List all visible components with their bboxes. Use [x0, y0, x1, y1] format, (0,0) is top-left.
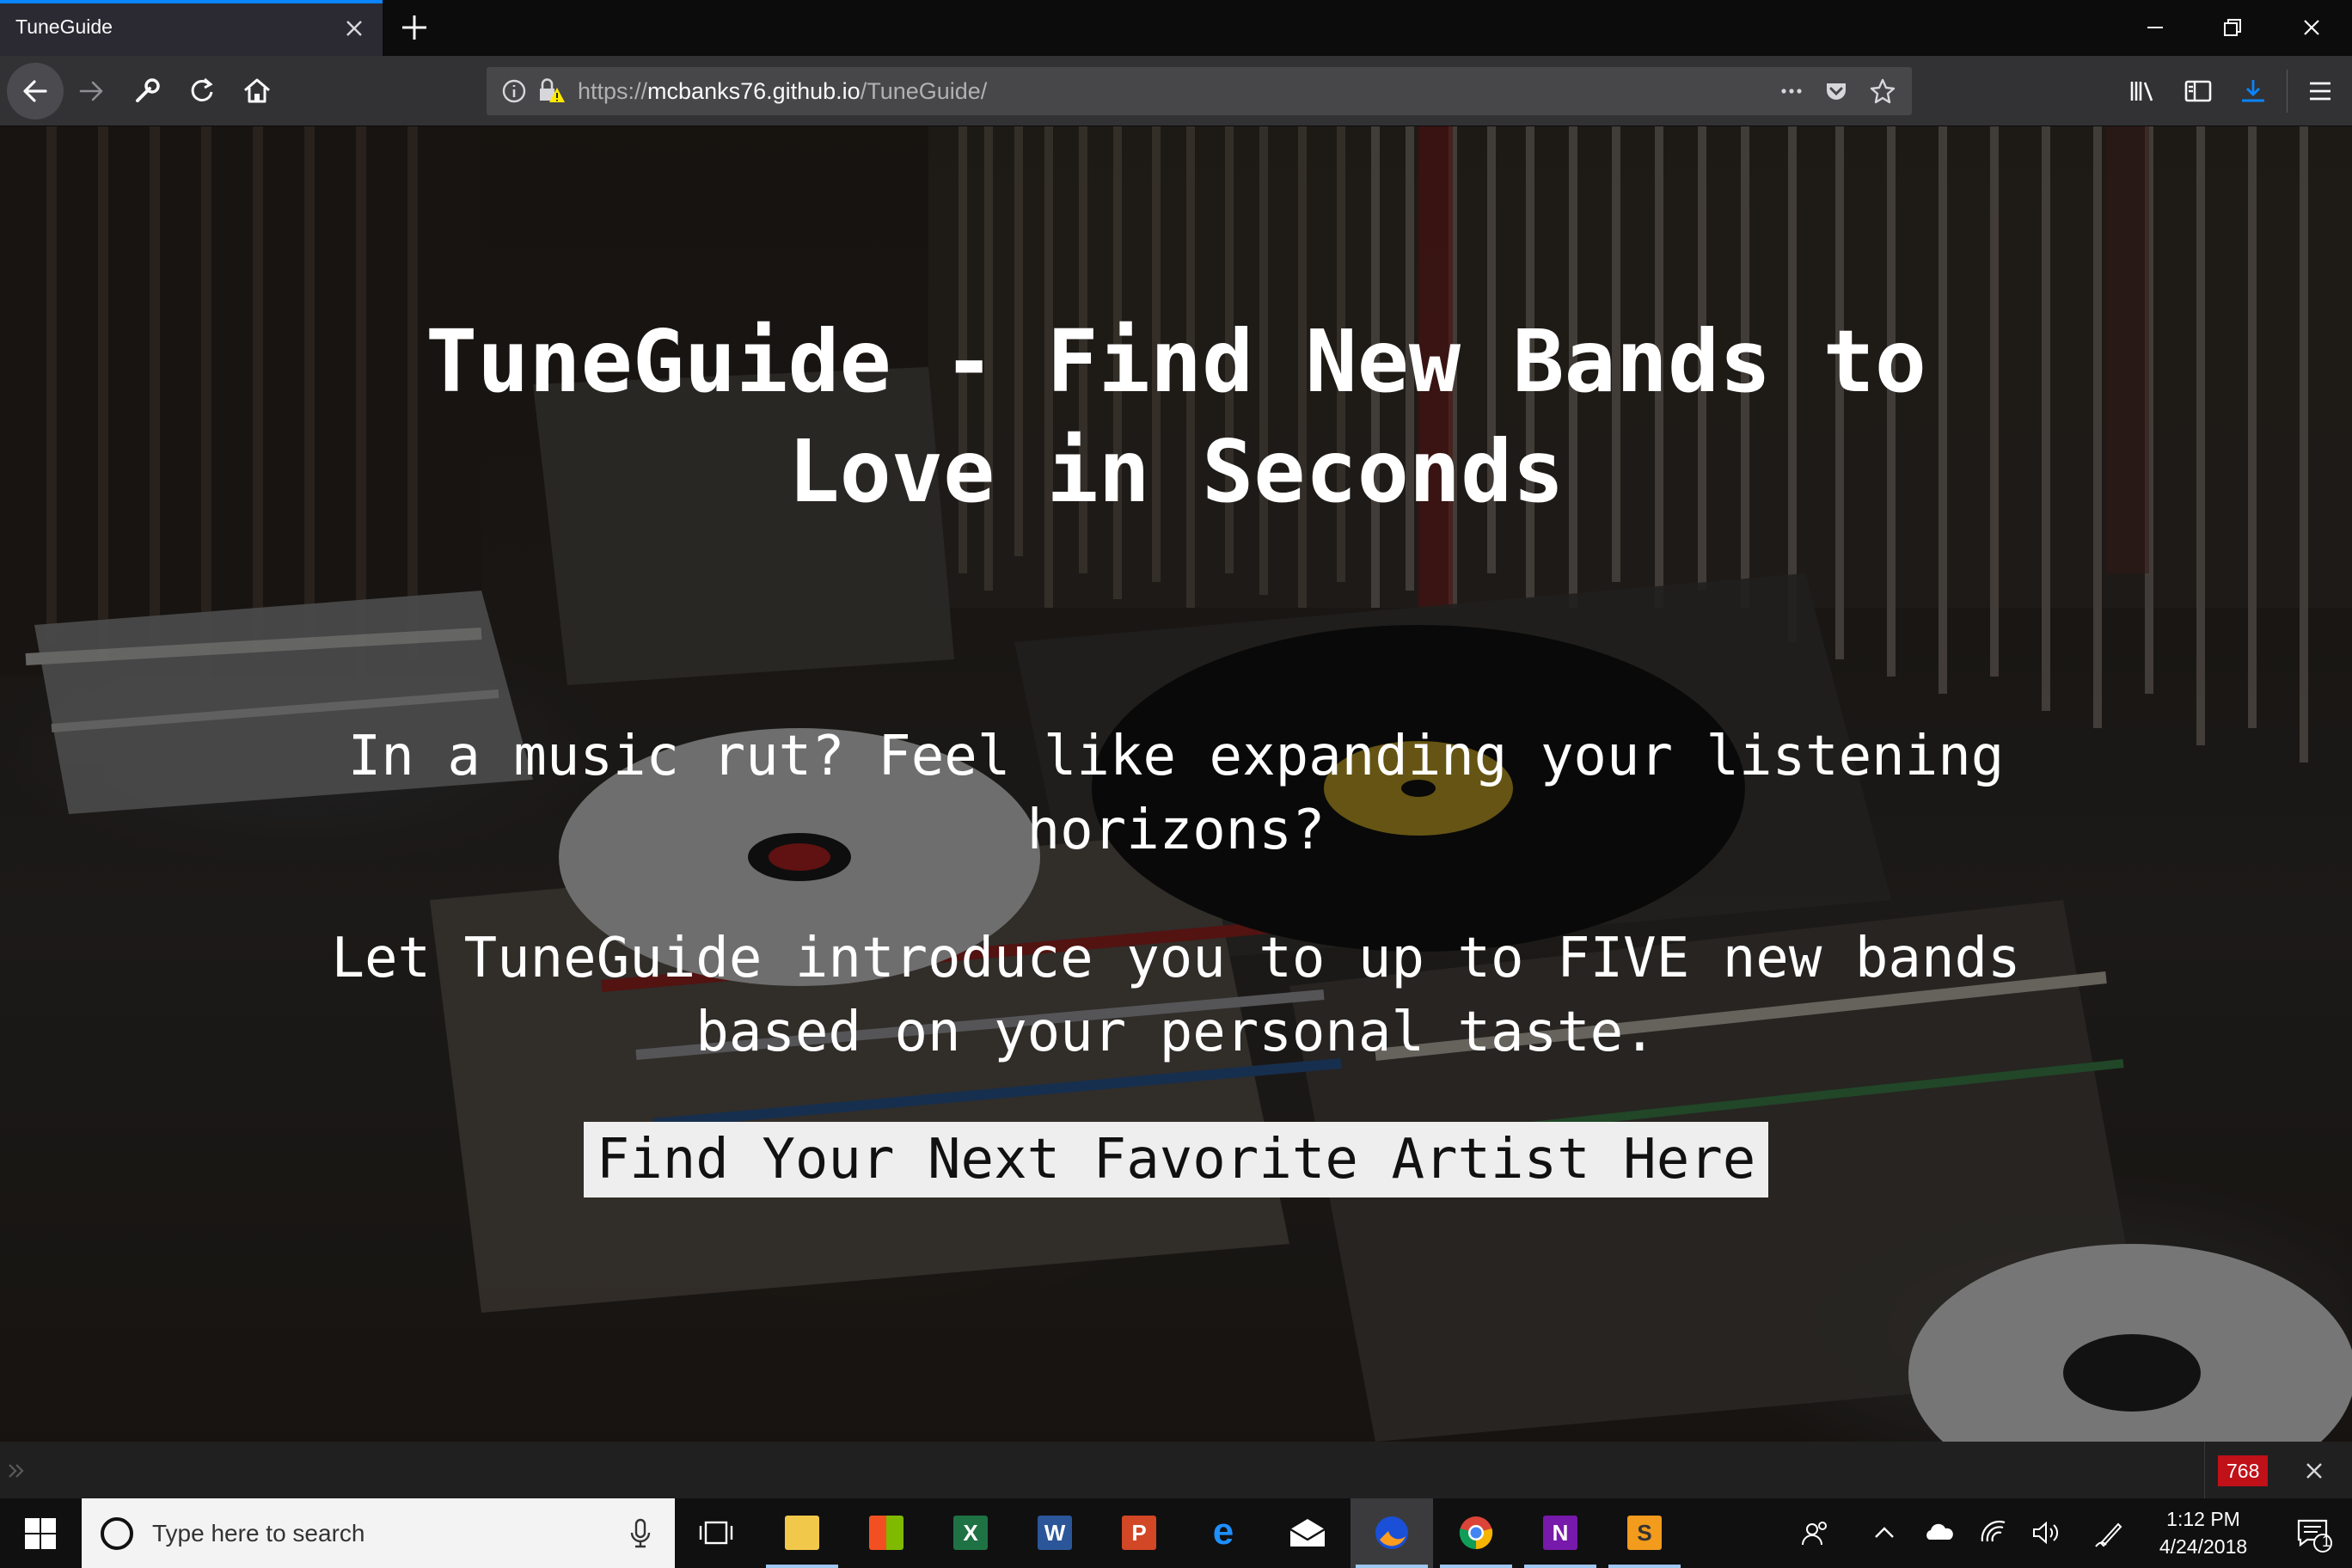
chrome-icon: [1459, 1516, 1493, 1550]
microphone-icon[interactable]: [623, 1516, 658, 1550]
task-view-icon: [699, 1521, 733, 1545]
download-icon[interactable]: [2233, 71, 2273, 111]
tab-tuneguide[interactable]: TuneGuide: [0, 0, 383, 56]
taskbar-firefox[interactable]: [1351, 1498, 1433, 1568]
restore-icon[interactable]: [2213, 9, 2252, 46]
pitch-text: Let TuneGuide introduce you to up to FIV…: [331, 927, 2021, 1064]
chevron-double-right-icon[interactable]: [5, 1459, 29, 1483]
intro-text: In a music rut? Feel like expanding your…: [347, 725, 2005, 862]
onenote-icon: N: [1543, 1516, 1577, 1550]
search-placeholder: Type here to search: [152, 1520, 365, 1547]
chevron-up-icon[interactable]: [1867, 1516, 1902, 1550]
page-content: TuneGuide - Find New Bands to Love in Se…: [0, 126, 2352, 1442]
find-artist-button[interactable]: Find Your Next Favorite Artist Here: [584, 1122, 1768, 1197]
mail-envelope-icon: [1289, 1519, 1326, 1547]
clock-date: 4/24/2018: [2159, 1535, 2248, 1558]
reload-icon[interactable]: [182, 71, 222, 111]
wrench-icon[interactable]: [127, 71, 167, 111]
start-button[interactable]: [0, 1498, 82, 1568]
powerpoint-icon: P: [1122, 1516, 1156, 1550]
back-button[interactable]: [7, 63, 64, 119]
toolbar-separator: [2287, 70, 2288, 113]
url-path: /TuneGuide/: [860, 78, 988, 104]
store-bag-icon: [869, 1516, 903, 1550]
notification-count: 1: [2321, 1533, 2331, 1550]
taskbar-chrome[interactable]: [1435, 1498, 1517, 1568]
sidebar-icon[interactable]: [2178, 71, 2218, 111]
bookmark-star-icon[interactable]: [1867, 76, 1898, 107]
minimize-icon[interactable]: [2135, 9, 2175, 46]
close-window-icon[interactable]: [2292, 9, 2331, 46]
pocket-icon[interactable]: [1821, 76, 1852, 107]
url-scheme: https://: [578, 78, 648, 104]
pen-ink-icon[interactable]: [2092, 1516, 2127, 1550]
sublime-text-icon: S: [1627, 1516, 1662, 1550]
people-icon[interactable]: [1798, 1516, 1833, 1550]
cortana-circle-icon: [101, 1517, 133, 1550]
taskbar-edge[interactable]: e: [1182, 1498, 1265, 1568]
onedrive-cloud-icon[interactable]: [1922, 1516, 1957, 1550]
taskbar-file-explorer[interactable]: [761, 1498, 843, 1568]
status-separator: [2204, 1442, 2205, 1498]
page-title: TuneGuide - Find New Bands to Love in Se…: [426, 311, 1926, 522]
excel-icon: X: [953, 1516, 988, 1550]
windows-logo-icon: [25, 1518, 56, 1549]
forward-icon[interactable]: [72, 71, 112, 111]
page-actions-icon[interactable]: [1776, 76, 1807, 107]
counter-badge: 768: [2218, 1455, 2269, 1486]
taskbar-store[interactable]: [845, 1498, 928, 1568]
taskbar-search-box[interactable]: Type here to search: [82, 1498, 675, 1568]
taskbar-sublime-text[interactable]: S: [1603, 1498, 1686, 1568]
taskbar-excel[interactable]: X: [929, 1498, 1012, 1568]
firefox-icon: [1375, 1516, 1408, 1549]
tab-title: TuneGuide: [15, 15, 113, 38]
task-view-button[interactable]: [675, 1498, 757, 1568]
clock[interactable]: 1:12 PM 4/24/2018: [2130, 1505, 2276, 1560]
info-icon[interactable]: [499, 76, 530, 107]
taskbar-powerpoint[interactable]: P: [1098, 1498, 1180, 1568]
library-icon[interactable]: [2123, 71, 2163, 111]
url-host: mcbanks76.github.io: [647, 78, 861, 104]
edge-icon: e: [1212, 1510, 1234, 1553]
url-text[interactable]: https://mcbanks76.github.io/TuneGuide/: [578, 78, 987, 105]
arrow-left-icon: [23, 80, 47, 102]
url-bar[interactable]: https://mcbanks76.github.io/TuneGuide/: [487, 67, 1912, 115]
navigation-toolbar: https://mcbanks76.github.io/TuneGuide/: [0, 56, 2352, 126]
hamburger-menu-icon[interactable]: [2300, 71, 2340, 111]
clock-time: 1:12 PM: [2166, 1508, 2240, 1530]
taskbar-onenote[interactable]: N: [1519, 1498, 1602, 1568]
new-tab-icon[interactable]: [397, 10, 432, 45]
close-bar-icon[interactable]: [2300, 1457, 2328, 1485]
volume-icon[interactable]: [2029, 1516, 2063, 1550]
home-icon[interactable]: [237, 71, 277, 111]
bottom-status-bar: 768: [0, 1442, 2352, 1498]
taskbar-word[interactable]: W: [1014, 1498, 1096, 1568]
taskbar-mail[interactable]: [1266, 1498, 1349, 1568]
folder-icon: [785, 1516, 819, 1550]
tab-strip: TuneGuide: [0, 0, 2352, 56]
wifi-icon[interactable]: [1977, 1516, 2012, 1550]
insecure-lock-icon[interactable]: [535, 76, 566, 107]
word-icon: W: [1038, 1516, 1072, 1550]
close-tab-icon[interactable]: [338, 12, 371, 45]
action-center-button[interactable]: 1: [2278, 1498, 2352, 1568]
windows-taskbar: Type here to search X W P e N S 1:12 PM …: [0, 1498, 2352, 1568]
